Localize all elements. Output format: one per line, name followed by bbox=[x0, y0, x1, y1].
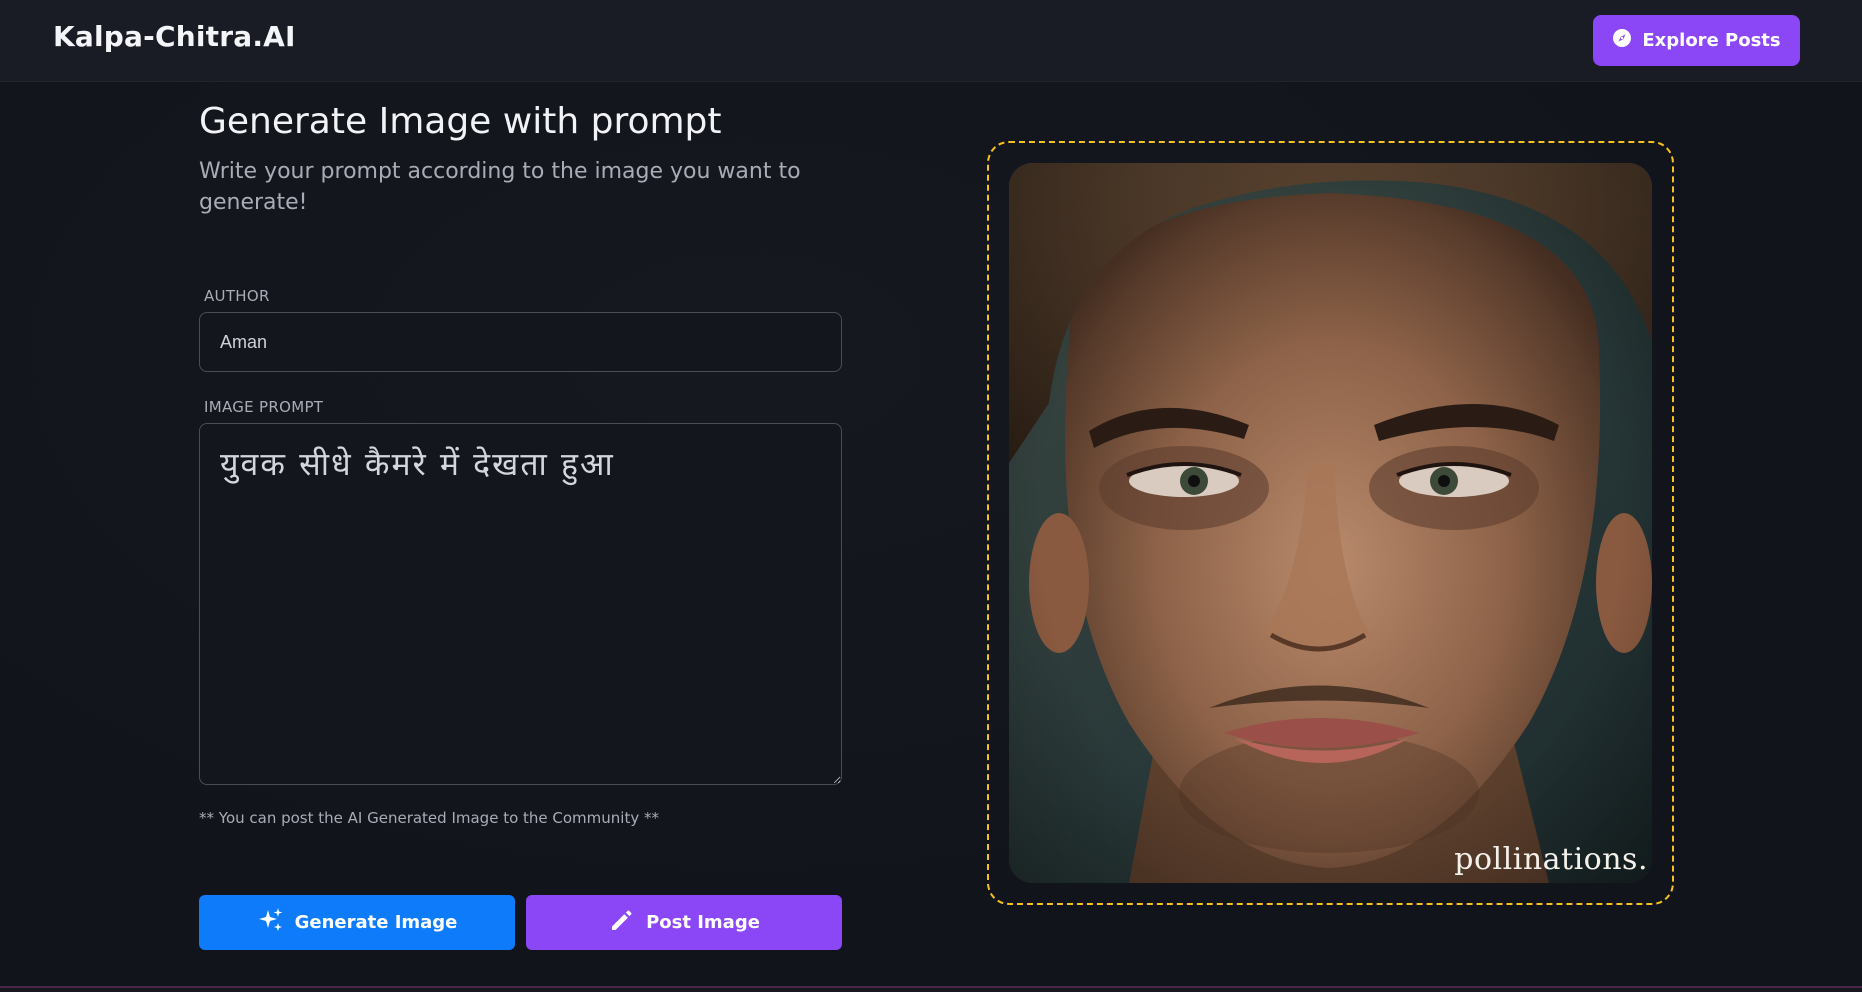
post-image-label: Post Image bbox=[646, 912, 760, 933]
pollinations-watermark: pollinations. bbox=[1454, 842, 1648, 877]
author-label: AUTHOR bbox=[204, 287, 270, 305]
post-image-button[interactable]: Post Image bbox=[526, 895, 842, 950]
image-prompt-label: IMAGE PROMPT bbox=[204, 398, 324, 416]
generated-portrait bbox=[1009, 163, 1652, 883]
page-title: Generate Image with prompt bbox=[199, 101, 722, 142]
top-navbar: Kalpa-Chitra.AI Explore Posts bbox=[0, 0, 1862, 82]
image-prompt-textarea[interactable]: युवक सीधे कैमरे में देखता हुआ bbox=[199, 423, 842, 785]
compass-icon bbox=[1612, 28, 1632, 53]
pencil-icon bbox=[608, 906, 636, 939]
generated-image[interactable]: pollinations. bbox=[1009, 163, 1652, 883]
generate-image-button[interactable]: Generate Image bbox=[199, 895, 515, 950]
sparkles-icon bbox=[257, 906, 285, 939]
page-subtitle: Write your prompt according to the image… bbox=[199, 159, 801, 215]
author-input[interactable] bbox=[199, 312, 842, 372]
explore-posts-label: Explore Posts bbox=[1642, 30, 1781, 51]
community-note: ** You can post the AI Generated Image t… bbox=[199, 809, 659, 827]
brand-logo[interactable]: Kalpa-Chitra.AI bbox=[53, 20, 296, 53]
explore-posts-button[interactable]: Explore Posts bbox=[1593, 15, 1800, 66]
generate-image-label: Generate Image bbox=[294, 912, 458, 933]
bottom-border bbox=[0, 986, 1862, 992]
